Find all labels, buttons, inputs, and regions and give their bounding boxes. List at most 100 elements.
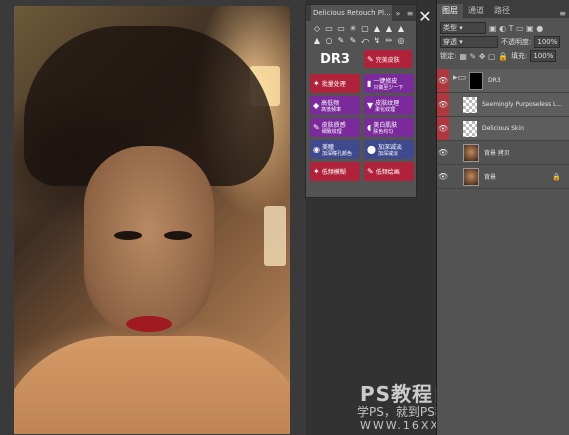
filter-icons[interactable]: ▣ ◐ T ▭ ▣ ● (489, 24, 543, 33)
button-sublabel: 加深减淡 (377, 151, 398, 157)
tool-icon[interactable]: ⤺ (360, 36, 370, 46)
lock-icons[interactable]: ▦ ✎ ✥ ▢ 🔒 (459, 52, 508, 61)
tool-icon[interactable]: ○ (324, 36, 334, 46)
button-icon: ✦ (313, 79, 320, 88)
button-label: 皮肤纹理 (375, 100, 400, 107)
tool-icon[interactable]: ◎ (396, 36, 406, 46)
lock-label: 锁定: (440, 52, 457, 60)
tool-icon[interactable]: ▲ (384, 24, 394, 34)
layer-thumbnail (463, 143, 479, 162)
plugin-action-button[interactable]: ▮ 一键修皮 只做至少一下 (364, 74, 414, 93)
lock-icon: 🔒 (552, 172, 561, 181)
plugin-tab-bar: Delicious Retouch Pl... » ≡ (306, 5, 416, 21)
button-label: 批量处理 (321, 81, 346, 88)
layers-menu-icon[interactable]: ≡ (559, 9, 569, 18)
visibility-eye-icon[interactable]: 👁 (437, 93, 449, 116)
photo-arm (14, 336, 290, 434)
button-icon: ✦ (313, 167, 320, 176)
tool-icon[interactable]: ▭ (336, 24, 346, 34)
photo-face (84, 146, 214, 336)
tab-layers[interactable]: 图层 (437, 4, 463, 18)
tool-icon[interactable]: ✳ (348, 24, 358, 34)
tab-paths[interactable]: 路径 (489, 4, 515, 18)
plugin-tab-title[interactable]: Delicious Retouch Pl... (311, 5, 392, 21)
button-label: 低频绘画 (375, 169, 400, 176)
button-sublabel: 加深瞳孔颜色 (321, 151, 352, 157)
photo-highlight (264, 206, 286, 266)
photo-eye (114, 231, 142, 240)
button-icon: ⬤ (367, 145, 376, 154)
delicious-retouch-panel: Delicious Retouch Pl... » ≡ ◇ ▭ ▭ ✳ ▢ ▲ ▲ ▲ ▲ ○ ✎ ✎… (305, 4, 417, 198)
tool-icon[interactable]: ▢ (360, 24, 370, 34)
opacity-field[interactable]: 100% (534, 36, 561, 48)
tool-icon[interactable]: ▲ (396, 24, 406, 34)
panel-menu-icon[interactable]: ≡ (404, 9, 416, 18)
tool-icon[interactable]: ↯ (372, 36, 382, 46)
fill-field[interactable]: 100% (530, 50, 557, 62)
button-label: 高低频 (321, 100, 340, 107)
opacity-label: 不透明度: (501, 38, 532, 46)
plugin-action-button[interactable]: ✦ 低频模糊 (310, 162, 360, 181)
tool-icon[interactable]: ✏ (384, 36, 394, 46)
plugin-action-button[interactable]: ✎ 皮肤质感 细致纹理 (310, 118, 360, 137)
plugin-action-button[interactable]: ◉ 美瞳 加深瞳孔颜色 (310, 140, 360, 159)
layer-row[interactable]: 👁 ▸▭ DR3 (437, 69, 569, 93)
visibility-eye-icon[interactable]: 👁 (437, 69, 449, 92)
blend-mode-select[interactable]: 穿透 ▾ (440, 36, 498, 48)
plugin-action-button[interactable]: ▼ 皮肤纹理 柔化纹理 (364, 96, 414, 115)
dr3-logo: DR3 (320, 52, 350, 67)
layer-name: Delicious Skin (482, 125, 524, 132)
button-label: 低频模糊 (321, 169, 346, 176)
layer-row[interactable]: 👁 Delicious Skin (437, 117, 569, 141)
tool-icon[interactable]: ▭ (324, 24, 334, 34)
tool-icon[interactable]: ▲ (372, 24, 382, 34)
plugin-action-button[interactable]: ✎ 低频绘画 (364, 162, 414, 181)
tool-icon[interactable]: ▲ (312, 36, 322, 46)
layers-panel: 图层 通道 路径 ≡ 类型 ▾ ▣ ◐ T ▭ ▣ ● 穿透 ▾ 不透明度: 1… (437, 0, 569, 435)
button-icon: ✎ (367, 167, 374, 176)
button-label: 美瞳 (321, 144, 334, 151)
visibility-eye-icon[interactable]: 👁 (437, 141, 449, 164)
document-canvas[interactable] (0, 0, 306, 435)
portrait-photo (14, 6, 290, 434)
layer-name: Seemingly Purposeless L... (482, 101, 563, 108)
layer-thumbnail (463, 96, 477, 113)
plugin-action-button[interactable]: ⬤ 加深减淡 加深减淡 (364, 140, 414, 159)
button-icon: ✎ (313, 123, 320, 132)
layer-filter-select[interactable]: 类型 ▾ (440, 22, 486, 34)
button-sublabel: 只做至少一下 (373, 85, 404, 91)
brush-icon: ✎ (367, 54, 374, 64)
layer-row[interactable]: 👁 背景 🔒 (437, 165, 569, 189)
layer-name: 背景 拷贝 (484, 150, 510, 157)
layer-row[interactable]: 👁 背景 拷贝 (437, 141, 569, 165)
tool-icon-row: ◇ ▭ ▭ ✳ ▢ ▲ ▲ ▲ ▲ ○ ✎ ✎ ⤺ ↯ ✏ ◎ (306, 21, 416, 46)
button-icon: ▮ (367, 79, 372, 88)
button-label: 美白肌肤 (373, 122, 398, 129)
perfect-skin-button[interactable]: ✎ 完美皮肤 (364, 50, 412, 68)
plugin-action-button[interactable]: ✦ 批量处理 (310, 74, 360, 93)
collapse-icon[interactable]: » (392, 9, 404, 18)
button-label: 加深减淡 (377, 144, 402, 151)
visibility-eye-icon[interactable]: 👁 (437, 117, 449, 140)
layers-tabs: 图层 通道 路径 ≡ (437, 0, 569, 18)
button-sublabel: 细致纹理 (321, 129, 342, 135)
plugin-button-grid: ✦ 批量处理 ▮ 一键修皮 只做至少一下 ◆ 高低频 高低频率 ▼ 皮肤纹理 柔化纹理 ✎ 皮肤质感 细致… (306, 70, 416, 185)
layer-thumbnail (469, 71, 483, 90)
close-icon[interactable]: ✕ (416, 8, 434, 26)
layer-name: 背景 (484, 174, 497, 181)
tool-icon[interactable]: ◇ (312, 24, 322, 34)
layer-row[interactable]: 👁 Seemingly Purposeless L... (437, 93, 569, 117)
layer-thumbnail (463, 167, 479, 186)
folder-icon[interactable]: ▸▭ (453, 73, 466, 89)
button-label: 皮肤质感 (321, 122, 346, 129)
tab-channels[interactable]: 通道 (463, 4, 489, 18)
button-sublabel: 肤色均匀 (373, 129, 394, 135)
button-icon: ◉ (313, 145, 320, 154)
plugin-action-button[interactable]: ◖ 美白肌肤 肤色均匀 (364, 118, 414, 137)
visibility-eye-icon[interactable]: 👁 (437, 165, 449, 188)
plugin-action-button[interactable]: ◆ 高低频 高低频率 (310, 96, 360, 115)
tool-icon[interactable]: ✎ (336, 36, 346, 46)
button-icon: ◖ (367, 123, 372, 132)
tool-icon[interactable]: ✎ (348, 36, 358, 46)
button-icon: ◆ (313, 101, 320, 110)
